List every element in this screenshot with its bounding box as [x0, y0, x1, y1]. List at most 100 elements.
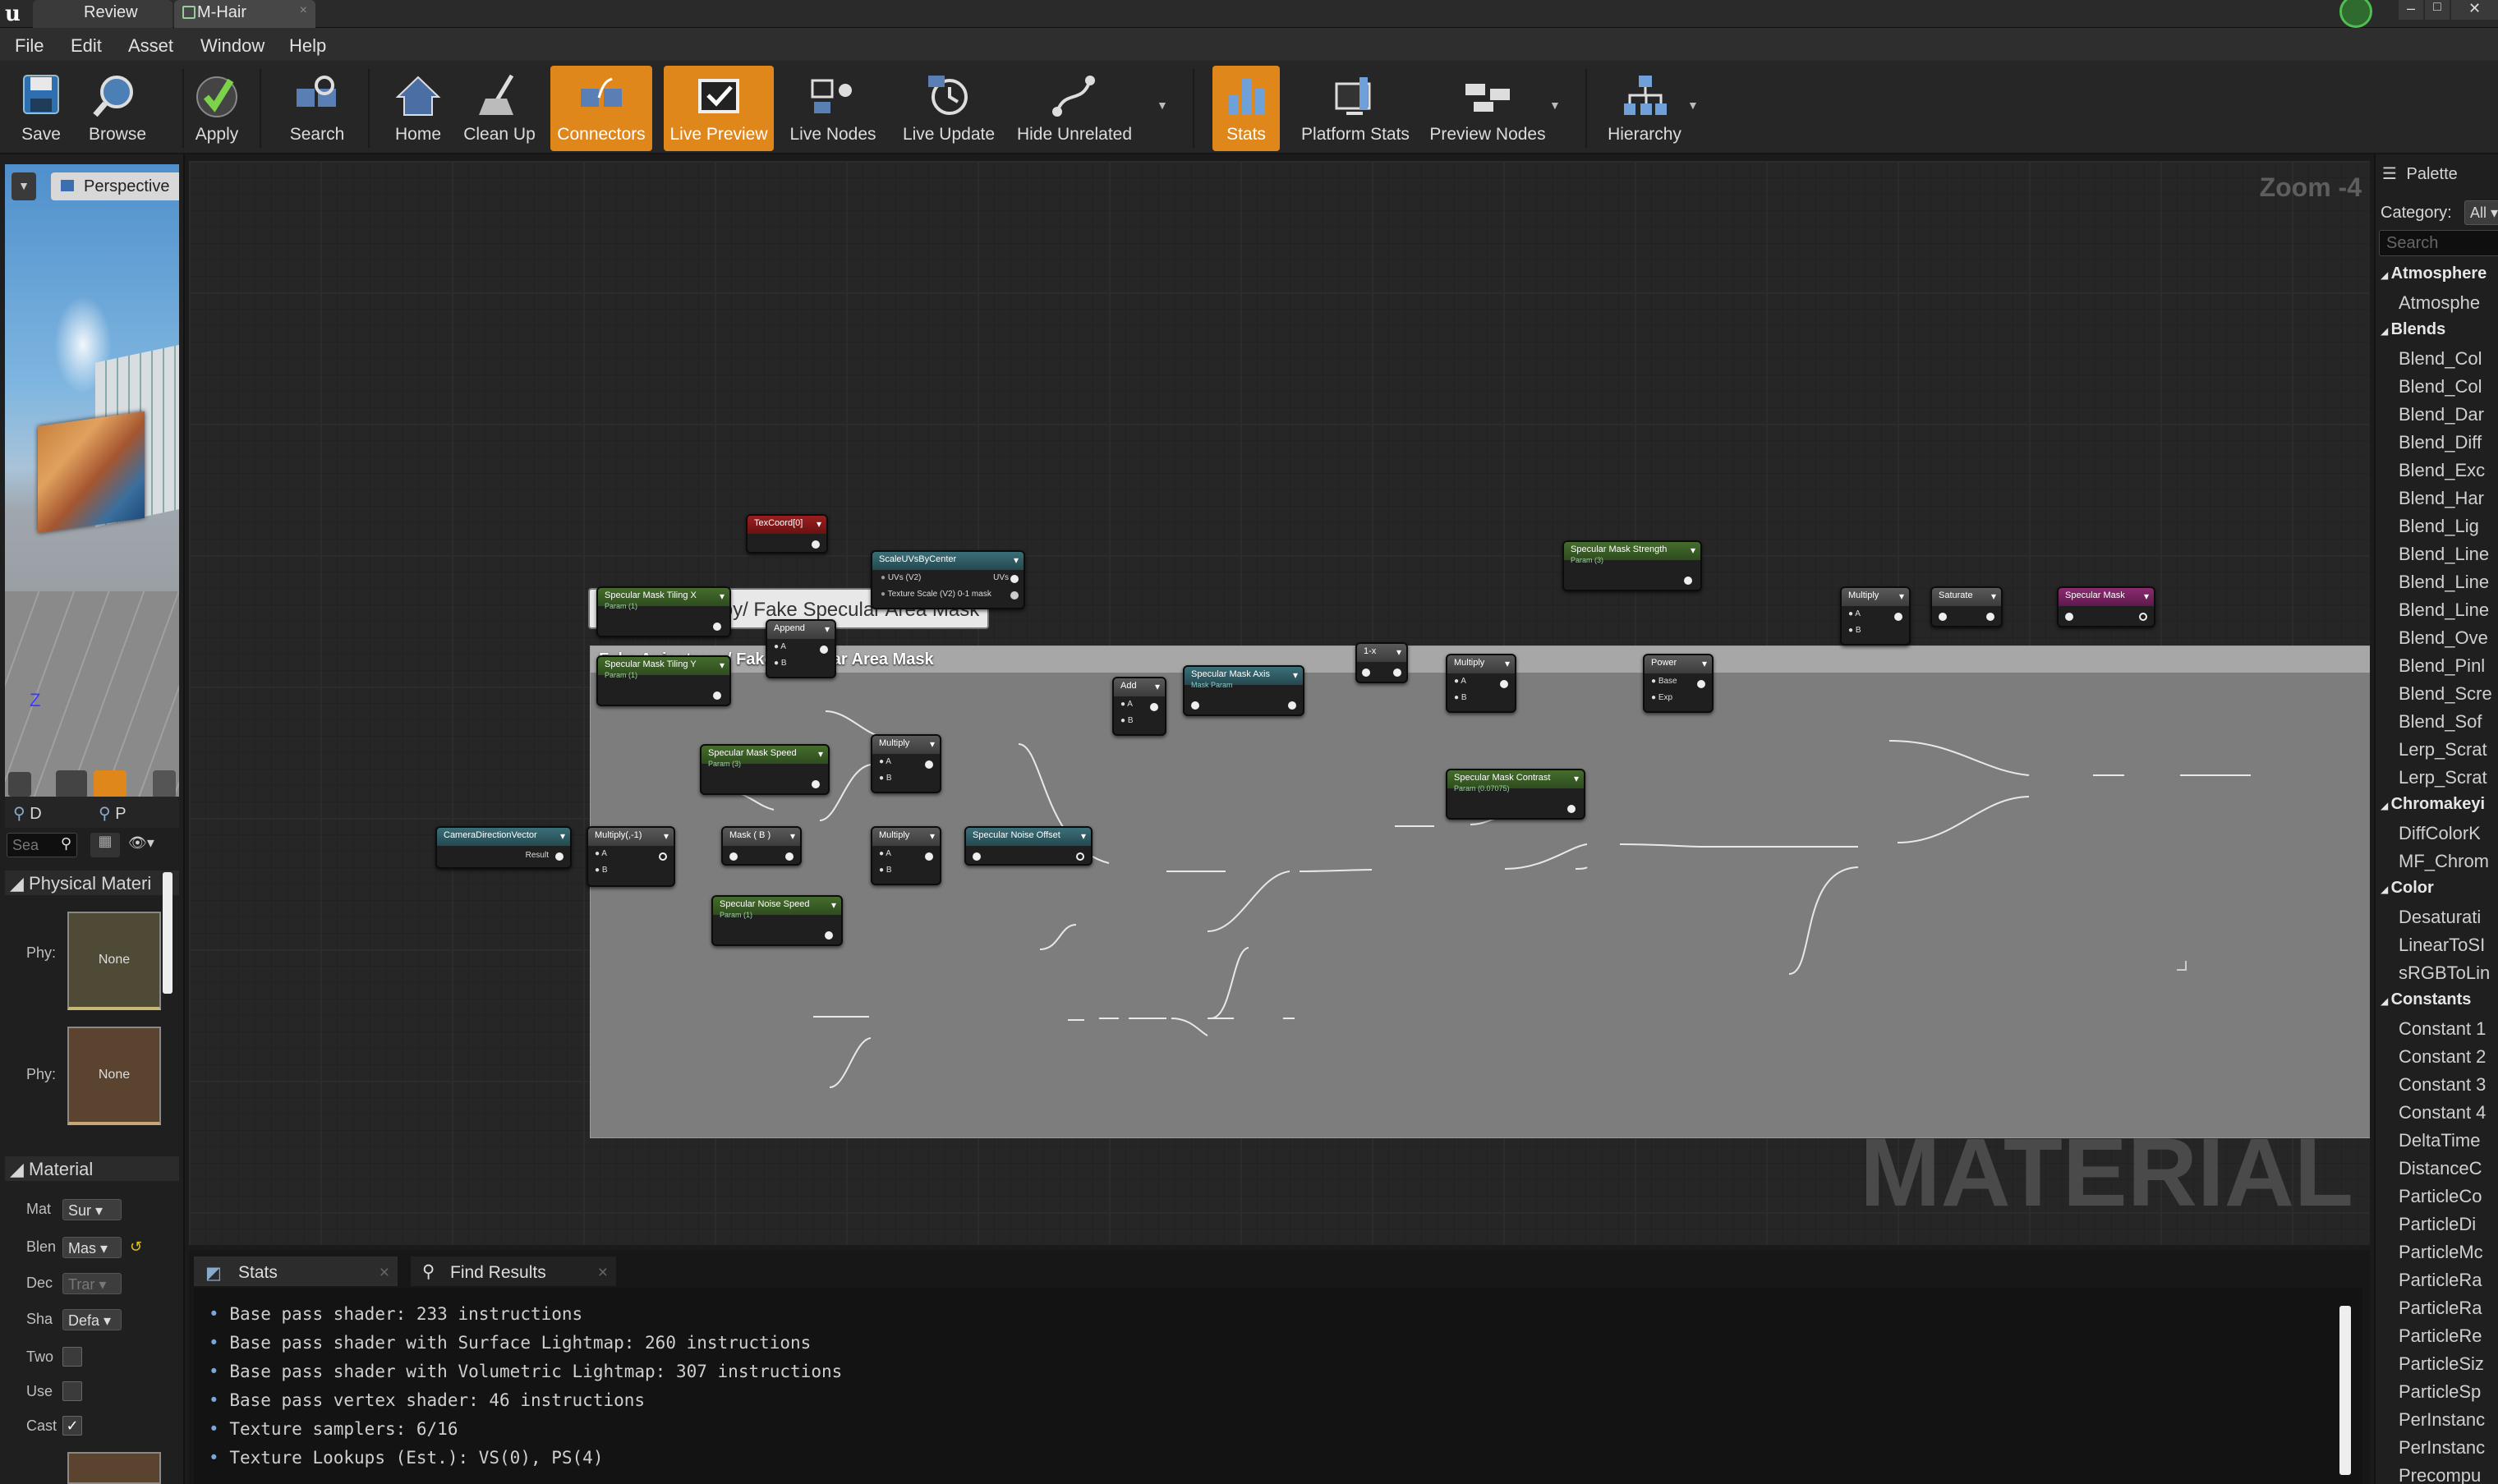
palette-item[interactable]: ParticleSp [2399, 1381, 2481, 1403]
eye-icon[interactable]: 👁▾ [128, 834, 177, 856]
node-noise-speed[interactable]: Specular Noise Speed Param (1) [711, 895, 843, 946]
palette-item[interactable]: Lerp_Scrat [2399, 767, 2487, 788]
palette-category[interactable]: ◢ Chromakeyi [2381, 795, 2485, 814]
output-pin[interactable] [555, 852, 564, 861]
palette-item[interactable]: LinearToSI [2399, 935, 2485, 956]
source-control-icon[interactable] [2339, 0, 2372, 28]
node-one-minus[interactable]: 1-x [1355, 642, 1408, 683]
node-mask-strength[interactable]: Specular Mask Strength Param (3) [1562, 540, 1702, 591]
input-pin-dot[interactable]: ● [881, 573, 886, 582]
palette-item[interactable]: Blend_Diff [2399, 432, 2482, 453]
node-power[interactable]: Power ● Base ● Exp [1643, 654, 1714, 713]
preview-shape-sphere-button[interactable] [56, 770, 87, 797]
palette-item[interactable]: Blend_Scre [2399, 683, 2492, 705]
palette-item[interactable]: Blend_Line [2399, 572, 2489, 593]
output-pin[interactable] [713, 691, 721, 700]
palette-item[interactable]: Constant 2 [2399, 1046, 2486, 1068]
material-domain-dropdown[interactable]: Sur ▾ [62, 1199, 122, 1220]
palette-item[interactable]: ParticleRa [2399, 1270, 2482, 1291]
output-pin[interactable] [1010, 575, 1019, 583]
section-physical-material[interactable]: ◢ Physical Materi [5, 871, 179, 895]
hide-unrelated-button[interactable]: Hide Unrelated [1009, 66, 1140, 151]
node-mask-contrast[interactable]: Specular Mask ContrastParam (0.07075) [1446, 769, 1585, 820]
tab-review[interactable]: Review [33, 0, 173, 28]
unreal-logo-icon[interactable]: u [5, 2, 30, 26]
output-pin[interactable] [1986, 613, 1994, 621]
two-sided-checkbox[interactable] [62, 1347, 82, 1367]
node-mask-b[interactable]: Mask ( B ) [721, 826, 802, 866]
close-button[interactable]: ✕ [2451, 0, 2498, 20]
search-button[interactable]: Search [279, 66, 355, 151]
hierarchy-button[interactable]: Hierarchy [1602, 66, 1687, 151]
chevron-down-icon[interactable]: ▼ [1549, 99, 1561, 112]
palette-item[interactable]: ParticleSiz [2399, 1353, 2484, 1375]
palette-item[interactable]: Atmosphe [2399, 292, 2480, 314]
palette-item[interactable]: Blend_Sof [2399, 711, 2482, 733]
output-pin[interactable] [1076, 852, 1084, 861]
palette-item[interactable]: Precompu [2399, 1465, 2481, 1484]
node-multiply-top[interactable]: Multiply ● A ● B [871, 734, 941, 793]
node-multiply-right[interactable]: Multiply ● A ● B [1446, 654, 1516, 713]
input-pin[interactable] [2065, 613, 2073, 621]
platform-stats-button[interactable]: Platform Stats [1295, 66, 1416, 151]
material-graph[interactable]: Zoom -4 MATERIAL Fake Anisotropy/ Fake S… [189, 161, 2370, 1245]
palette-item[interactable]: Lerp_Scrat [2399, 739, 2487, 760]
apply-button[interactable]: Apply [187, 66, 246, 151]
output-pin[interactable] [785, 852, 794, 861]
section-material[interactable]: ◢ Material [5, 1156, 179, 1181]
palette-item[interactable]: Blend_Ove [2399, 627, 2488, 649]
phys-mat-thumbnail-1[interactable]: None [67, 912, 161, 1010]
input-pin-dot[interactable]: ● [881, 590, 886, 599]
preview-viewport[interactable]: ▼ Perspective Z [5, 164, 179, 797]
phys-mat-thumbnail-2[interactable]: None [67, 1027, 161, 1125]
node-add[interactable]: Add ● A ● B [1112, 677, 1166, 736]
node-scale-uvs[interactable]: ScaleUVsByCenter ● UVs (V2) ● Texture Sc… [871, 550, 1025, 609]
stats-button[interactable]: Stats [1212, 66, 1280, 151]
palette-item[interactable]: PerInstanc [2399, 1437, 2485, 1459]
viewport-menu-button[interactable]: ▼ [12, 172, 36, 200]
decal-dropdown[interactable]: Trar ▾ [62, 1273, 122, 1294]
preview-shape-cylinder-button[interactable] [8, 772, 31, 797]
output-pin[interactable] [2139, 613, 2147, 621]
palette-category[interactable]: ◢ Atmosphere [2381, 264, 2486, 283]
live-update-button[interactable]: Live Update [895, 66, 1002, 151]
palette-item[interactable]: Blend_Line [2399, 600, 2489, 621]
shading-model-dropdown[interactable]: Defa ▾ [62, 1309, 122, 1330]
output-pin[interactable] [1500, 680, 1508, 688]
palette-item[interactable]: ParticleRa [2399, 1298, 2482, 1319]
palette-item[interactable]: ParticleMc [2399, 1242, 2483, 1263]
node-specular-mask-output[interactable]: Specular Mask [2057, 586, 2155, 627]
palette-category[interactable]: ◢ Color [2381, 879, 2434, 898]
input-pin[interactable] [1362, 668, 1370, 677]
output-pin[interactable] [825, 931, 833, 940]
output-pin[interactable] [713, 623, 721, 631]
palette-item[interactable]: Constant 3 [2399, 1074, 2486, 1096]
details-tab-d[interactable]: ⚲ D [13, 803, 42, 824]
palette-item[interactable]: DiffColorK [2399, 823, 2481, 844]
output-pin[interactable] [925, 852, 933, 861]
chevron-down-icon[interactable]: ▼ [1157, 99, 1168, 112]
palette-category[interactable]: ◢ Constants [2381, 990, 2471, 1009]
output-pin[interactable] [925, 760, 933, 769]
menu-file[interactable]: File [15, 35, 44, 57]
node-mask-speed[interactable]: Specular Mask Speed Param (3) [700, 744, 830, 795]
preview-shape-plane-button[interactable] [94, 770, 127, 797]
node-multiply-neg1[interactable]: Multiply(,-1) ● A ● B [587, 826, 675, 887]
palette-search-input[interactable]: Search [2379, 230, 2498, 256]
palette-item[interactable]: ParticleRe [2399, 1325, 2482, 1347]
preview-shape-cube-button[interactable] [153, 770, 176, 797]
palette-item[interactable]: Blend_Dar [2399, 404, 2484, 425]
palette-item[interactable]: PerInstanc [2399, 1409, 2485, 1431]
palette-item[interactable]: Blend_Col [2399, 348, 2482, 370]
home-button[interactable]: Home [384, 66, 452, 151]
output-pin[interactable] [820, 646, 828, 654]
reset-arrow-icon[interactable]: ↺ [130, 1238, 142, 1256]
node-camera-direction[interactable]: CameraDirectionVector Result [435, 826, 572, 869]
browse-button[interactable]: Browse [82, 66, 153, 151]
connectors-button[interactable]: Connectors [550, 66, 652, 151]
palette-item[interactable]: Blend_Line [2399, 544, 2489, 565]
palette-item[interactable]: Constant 1 [2399, 1018, 2486, 1040]
tab-find-results[interactable]: ⚲ Find Results × [411, 1257, 616, 1286]
grid-view-icon[interactable]: ▦ [90, 833, 120, 857]
node-tiling-y[interactable]: Specular Mask Tiling Y Param (1) [596, 655, 731, 706]
